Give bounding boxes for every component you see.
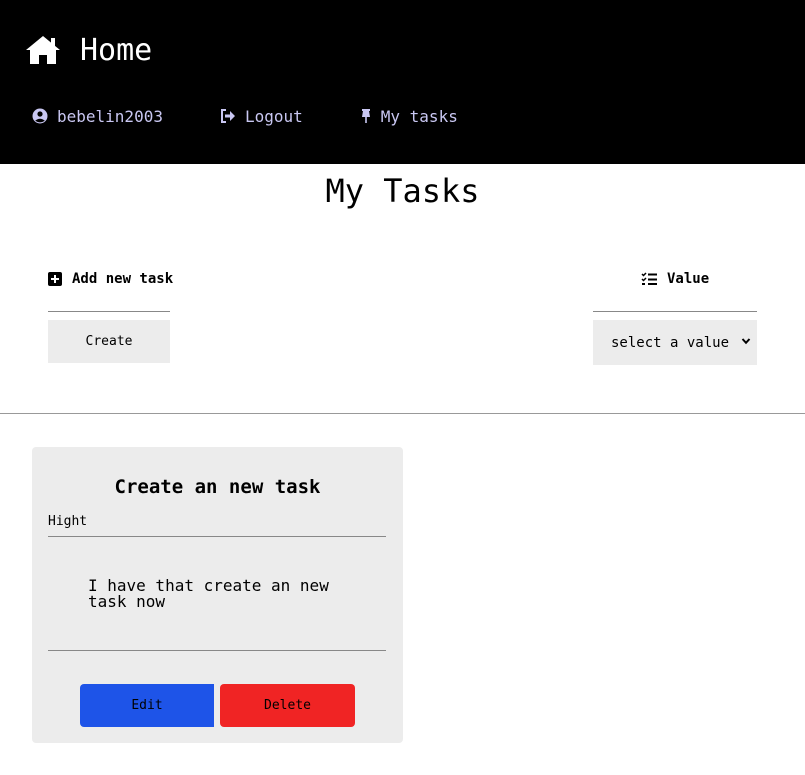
value-select-text: select a value <box>611 334 730 351</box>
add-task-text: Add new task <box>72 271 174 287</box>
edit-button[interactable]: Edit <box>80 684 214 727</box>
task-card: Create an new task Hight I have that cre… <box>32 447 403 743</box>
value-divider <box>593 311 757 312</box>
task-title: Create an new task <box>114 476 321 498</box>
user-circle-icon <box>32 108 48 124</box>
task-description: I have that create an new task now <box>88 576 329 611</box>
add-task-label: Add new task <box>48 271 173 287</box>
house-icon <box>26 36 60 64</box>
nav-item-my-tasks[interactable]: My tasks <box>360 107 458 126</box>
add-task-divider <box>48 311 170 312</box>
task-list-icon <box>641 272 657 285</box>
section-divider <box>0 413 805 414</box>
value-select[interactable]: select a value <box>593 320 757 365</box>
task-priority: Hight <box>48 514 88 529</box>
main-nav: bebelin2003 Logout My tasks <box>32 104 458 128</box>
page-title: My Tasks <box>325 172 480 210</box>
value-label: Value <box>641 271 709 287</box>
top-header: Home bebelin2003 Logout My tasks <box>0 0 805 164</box>
nav-user-label: bebelin2003 <box>57 106 163 126</box>
home-link[interactable]: Home <box>24 30 152 70</box>
thumbtack-icon <box>361 109 370 123</box>
delete-button[interactable]: Delete <box>220 684 355 727</box>
chevron-down-icon <box>741 338 751 345</box>
task-divider-top <box>48 536 386 537</box>
nav-item-user[interactable]: bebelin2003 <box>32 107 163 126</box>
sign-out-icon <box>220 109 235 123</box>
task-divider-bottom <box>48 650 386 651</box>
plus-square-icon <box>48 272 62 286</box>
nav-my-tasks-label: My tasks <box>380 106 458 126</box>
nav-item-logout[interactable]: Logout <box>220 107 303 126</box>
nav-logout-label: Logout <box>244 106 303 126</box>
home-title: Home <box>80 32 153 68</box>
create-button[interactable]: Create <box>48 320 170 363</box>
value-text: Value <box>667 271 710 287</box>
